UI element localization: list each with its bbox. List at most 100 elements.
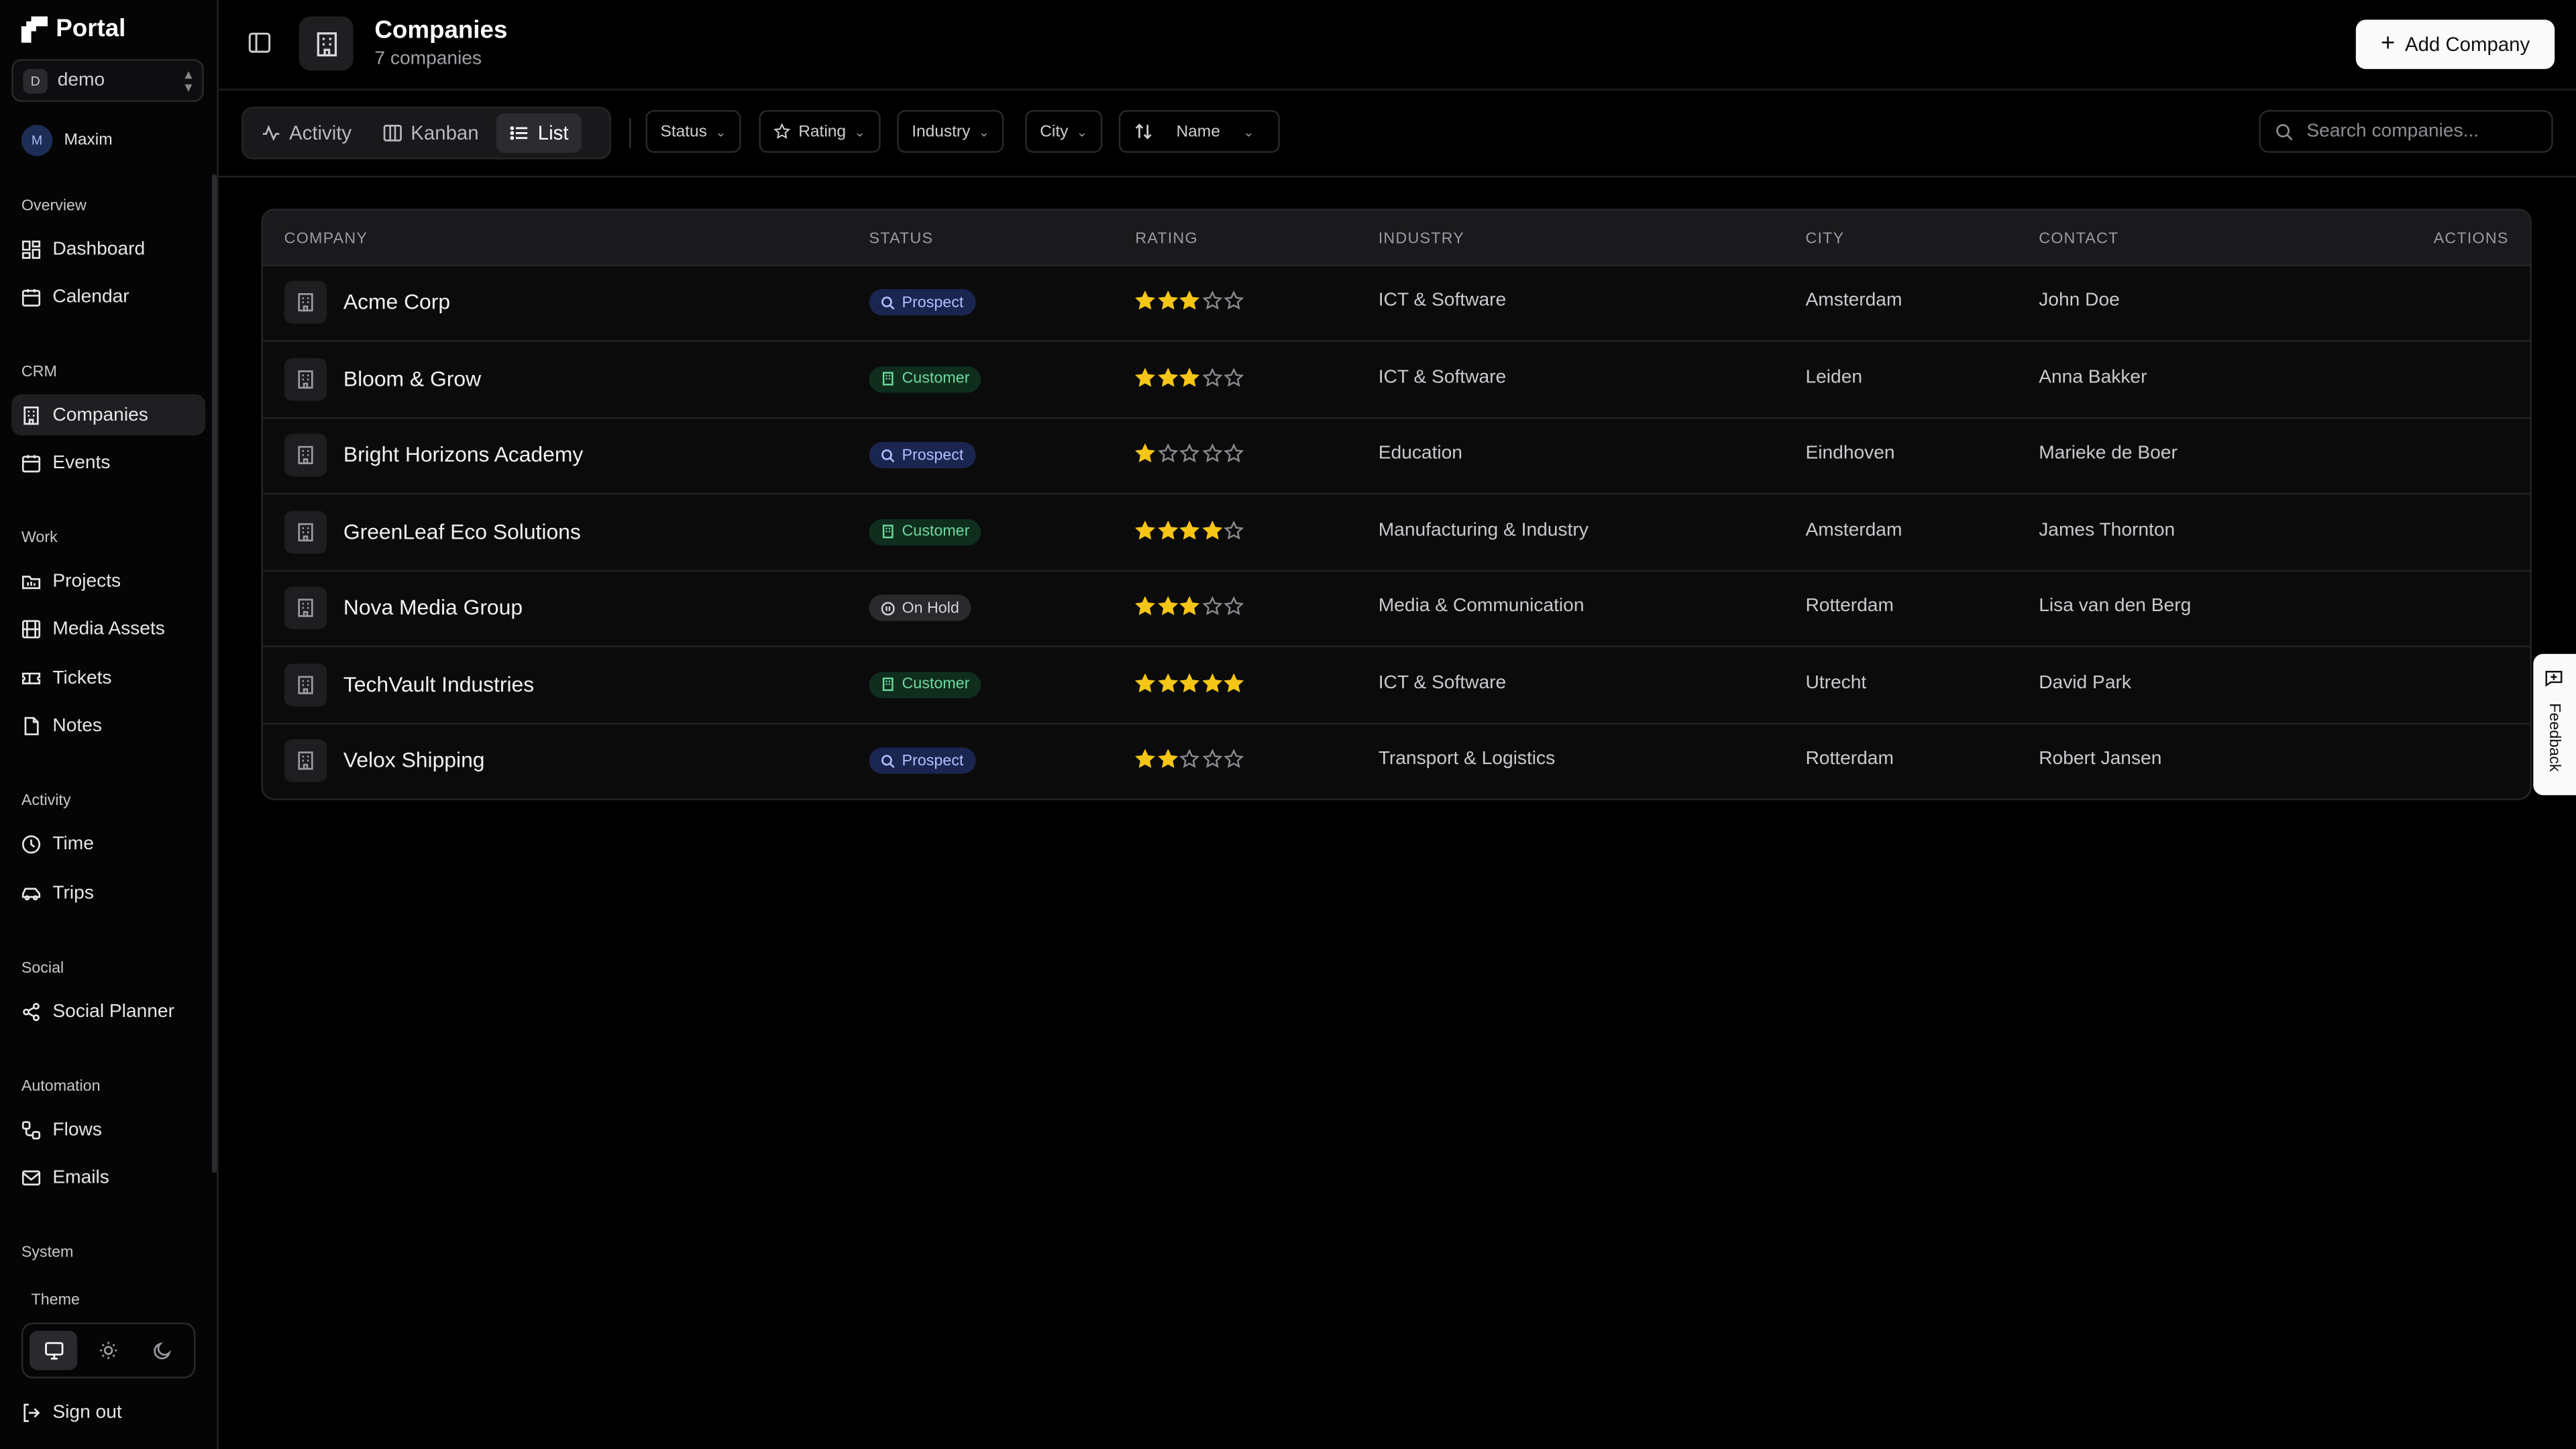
contact-cell: Anna Bakker (2039, 367, 2147, 387)
star-filled-icon (1201, 520, 1222, 539)
file-icon (24, 716, 39, 735)
sidebar-item-trips[interactable]: Trips (11, 872, 205, 913)
calendar-icon (21, 288, 41, 306)
page-header: Companies 7 companies + Add Company (218, 0, 2576, 91)
column-header-company[interactable]: COMPANY (284, 230, 368, 248)
table-row[interactable]: Bright Horizons Academy Prospect Education… (262, 417, 2530, 495)
company-name[interactable]: Acme Corp (343, 289, 450, 314)
sidebar-item-notes[interactable]: Notes (11, 705, 205, 746)
sidebar-item-time[interactable]: Time (11, 823, 205, 864)
city-filter[interactable]: City ⌄ (1025, 110, 1103, 153)
rating-stars (1135, 520, 1244, 539)
tab-kanban[interactable]: Kanban (370, 113, 492, 153)
ticket-icon (21, 672, 41, 684)
sidebar-item-companies[interactable]: Companies (11, 394, 206, 435)
sort-icon (1135, 123, 1152, 140)
sort-select[interactable]: Name ⌄ (1118, 110, 1280, 153)
sidebar-item-label: Trips (52, 883, 94, 903)
column-header-city[interactable]: CITY (1805, 230, 1844, 248)
star-empty-icon (1224, 290, 1244, 310)
theme-dark-button[interactable] (138, 1331, 186, 1371)
chevron-down-icon: ⌄ (854, 123, 865, 139)
chevron-down-icon: ⌄ (978, 123, 989, 139)
star-empty-icon (1179, 443, 1199, 463)
column-header-contact[interactable]: CONTACT (2039, 230, 2118, 248)
company-name[interactable]: Nova Media Group (343, 595, 523, 620)
sidebar-item-flows[interactable]: Flows (11, 1109, 205, 1150)
add-company-label: Add Company (2404, 32, 2530, 56)
log-out-icon (23, 1403, 40, 1422)
industry-filter[interactable]: Industry ⌄ (897, 110, 1005, 153)
status-badge: Prospect (869, 289, 975, 316)
table-row[interactable]: TechVault Industries Customer ICT & Softwa… (262, 647, 2530, 724)
sidebar-item-events[interactable]: Events (11, 442, 205, 483)
feedback-tab[interactable]: Feedback (2533, 653, 2576, 796)
table-row[interactable]: Nova Media Group On Hold Media & Communica… (262, 570, 2530, 647)
workspace-switcher[interactable]: D demo ▴ ▾ (11, 59, 204, 102)
tab-label: List (537, 121, 569, 145)
sidebar-item-projects[interactable]: Projects (11, 560, 205, 601)
table-row[interactable]: Velox Shipping Prospect Transport & Logist… (263, 723, 2530, 799)
star-filled-icon (1157, 290, 1177, 310)
sidebar-item-label: Companies (52, 405, 148, 425)
building-icon (316, 31, 336, 56)
sidebar-item-emails[interactable]: Emails (11, 1157, 205, 1197)
share-icon (23, 1002, 40, 1020)
page-title: Companies (374, 16, 508, 45)
rating-filter[interactable]: Rating ⌄ (759, 110, 880, 153)
sidebar-item-social-planner[interactable]: Social Planner (11, 991, 205, 1032)
tab-list[interactable]: List (496, 113, 582, 153)
contact-cell: James Thornton (2039, 520, 2176, 540)
tab-activity[interactable]: Activity (248, 113, 365, 153)
chevron-down-icon: ⌄ (1076, 123, 1088, 139)
building-icon (298, 522, 313, 541)
star-empty-icon (1224, 749, 1244, 768)
company-avatar (284, 663, 327, 706)
star-icon (773, 123, 790, 140)
building-icon (882, 372, 894, 386)
star-filled-icon (1179, 367, 1199, 386)
sidebar-item-dashboard[interactable]: Dashboard (11, 228, 205, 269)
sidebar-item-media-assets[interactable]: Media Assets (11, 608, 205, 649)
search-input[interactable]: Search companies... (2259, 110, 2553, 153)
list-icon (511, 126, 529, 140)
table-row[interactable]: Acme Corp Prospect ICT & Software Amsterdam… (262, 264, 2530, 342)
sidebar-item-calendar[interactable]: Calendar (11, 276, 205, 317)
sign-out-button[interactable]: Sign out (21, 1403, 122, 1423)
company-name[interactable]: Bright Horizons Academy (343, 442, 583, 467)
company-name[interactable]: Bloom & Grow (343, 366, 481, 390)
star-filled-icon (1135, 749, 1155, 768)
column-header-rating[interactable]: RATING (1135, 230, 1198, 248)
contact-cell: Lisa van den Berg (2039, 596, 2192, 616)
star-empty-icon (1224, 596, 1244, 616)
status-label: Customer (902, 370, 970, 388)
theme-light-button[interactable] (84, 1331, 131, 1371)
sidebar-scrollbar[interactable] (211, 174, 217, 1173)
status-filter[interactable]: Status ⌄ (645, 110, 741, 153)
building-icon (882, 677, 894, 692)
sidebar-item-tickets[interactable]: Tickets (11, 657, 205, 698)
theme-system-button[interactable] (30, 1330, 78, 1371)
film-icon (21, 619, 41, 638)
table-header: COMPANY STATUS RATING INDUSTRY CITY CONT… (262, 210, 2530, 266)
status-label: Prospect (902, 751, 964, 770)
workflow-icon (21, 1120, 41, 1139)
table-row[interactable]: GreenLeaf Eco Solutions Customer Manufactu… (262, 494, 2530, 572)
table-row[interactable]: Bloom & Grow Customer ICT & Software Leiden… (262, 341, 2530, 419)
app-logo[interactable]: Portal (21, 15, 125, 43)
toolbar: Activity Kanban List Status ⌄ Rating ⌄ I… (218, 91, 2576, 178)
section-overview: Overview (21, 197, 87, 215)
user-profile[interactable]: M Maxim (21, 125, 113, 156)
building-icon (298, 598, 313, 617)
star-filled-icon (1179, 596, 1199, 616)
add-company-button[interactable]: + Add Company (2355, 19, 2555, 69)
company-name[interactable]: Velox Shipping (343, 747, 485, 772)
column-header-status[interactable]: STATUS (869, 230, 934, 248)
sidebar-toggle-icon[interactable] (248, 32, 271, 54)
company-name[interactable]: GreenLeaf Eco Solutions (343, 519, 581, 543)
company-name[interactable]: TechVault Industries (343, 671, 534, 696)
star-filled-icon (1135, 520, 1155, 539)
chevron-down-icon: ⌄ (715, 123, 727, 139)
column-header-actions: ACTIONS (2433, 229, 2509, 248)
column-header-industry[interactable]: INDUSTRY (1379, 230, 1464, 248)
